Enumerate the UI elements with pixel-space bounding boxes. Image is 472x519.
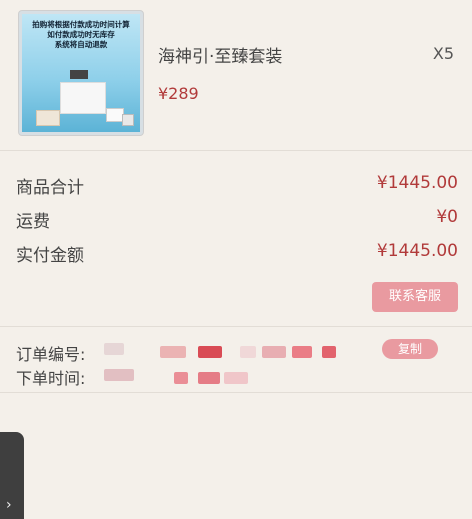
goods-total-label: 商品合计 — [16, 178, 84, 198]
product-name: 海神引·至臻套装 — [158, 47, 283, 67]
divider — [0, 326, 472, 327]
redacted-block — [160, 346, 186, 358]
product-thumbnail[interactable]: 拍购将根据付款成功时间计算 如付款成功时无库存 系统将自动退款 — [18, 10, 144, 136]
redacted-block — [104, 369, 134, 381]
redacted-block — [198, 372, 220, 384]
redacted-block — [240, 346, 256, 358]
redacted-block — [262, 346, 286, 358]
redacted-block — [322, 346, 336, 358]
redacted-block — [104, 343, 124, 355]
divider — [0, 392, 472, 393]
redacted-block — [174, 372, 188, 384]
chevron-right-icon: › — [6, 497, 12, 513]
redacted-block — [198, 346, 222, 358]
thumbnail-notice-line: 如付款成功时无库存 — [47, 30, 115, 39]
redacted-block — [224, 372, 248, 384]
paid-amount-row: 实付金额 ¥1445.00 — [16, 241, 458, 267]
order-number-label: 订单编号: — [16, 345, 86, 364]
copy-order-number-button[interactable]: 复制 — [382, 339, 438, 359]
side-drawer-tab[interactable]: › — [0, 432, 24, 519]
thumbnail-notice-line: 系统将自动退款 — [54, 40, 108, 49]
thumbnail-sign — [70, 70, 88, 79]
thumbnail-board — [60, 82, 106, 114]
divider — [0, 150, 472, 151]
thumbnail-notice: 拍购将根据付款成功时间计算 如付款成功时无库存 系统将自动退款 — [26, 20, 136, 50]
thumbnail-notice-line: 拍购将根据付款成功时间计算 — [32, 20, 130, 29]
order-detail-page: 拍购将根据付款成功时间计算 如付款成功时无库存 系统将自动退款 海神引·至臻套装… — [0, 0, 472, 519]
thumbnail-box — [36, 110, 60, 126]
product-card[interactable]: 拍购将根据付款成功时间计算 如付款成功时无库存 系统将自动退款 海神引·至臻套装… — [0, 0, 472, 148]
shipping-value: ¥0 — [436, 207, 458, 227]
shipping-label: 运费 — [16, 212, 50, 232]
thumbnail-box — [122, 114, 134, 126]
redacted-block — [292, 346, 312, 358]
contact-service-button[interactable]: 联系客服 — [372, 282, 458, 312]
product-quantity: X5 — [432, 44, 454, 63]
shipping-row: 运费 ¥0 — [16, 207, 458, 233]
goods-total-row: 商品合计 ¥1445.00 — [16, 173, 458, 199]
paid-amount-value: ¥1445.00 — [376, 241, 458, 261]
paid-amount-label: 实付金额 — [16, 246, 84, 266]
order-time-label: 下单时间: — [16, 369, 86, 388]
product-image: 拍购将根据付款成功时间计算 如付款成功时无库存 系统将自动退款 — [22, 14, 140, 132]
goods-total-value: ¥1445.00 — [376, 173, 458, 193]
product-price: ¥289 — [158, 84, 199, 103]
